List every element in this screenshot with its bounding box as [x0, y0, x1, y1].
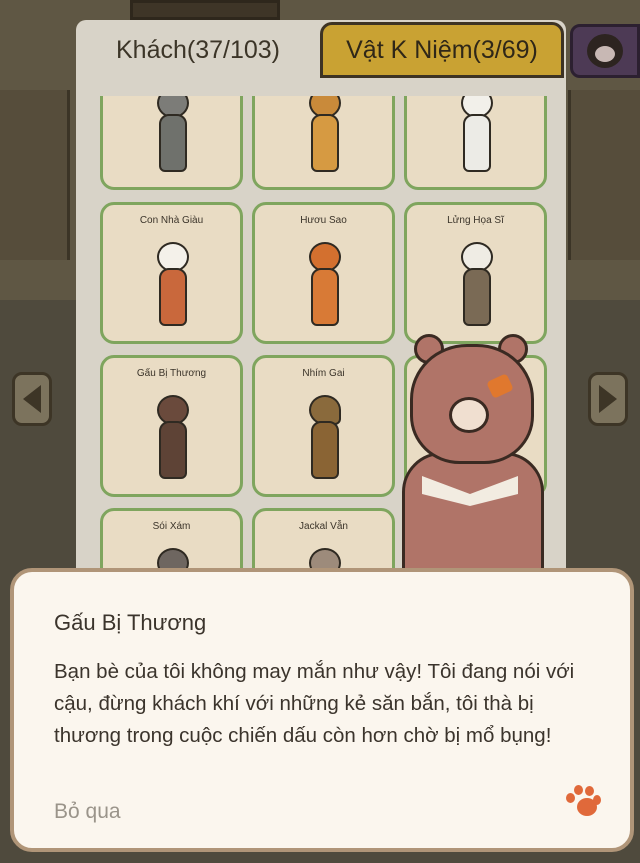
guest-name: Con Nhà Giàu	[139, 215, 204, 226]
guest-card[interactable]	[100, 96, 243, 190]
wounded-bear-character	[400, 332, 550, 592]
guest-name: Lửng Họa Sĩ	[447, 215, 504, 226]
guest-card[interactable]: Nhím Gai	[252, 355, 395, 497]
pillar-left	[0, 90, 70, 260]
guest-art	[441, 96, 511, 178]
guest-art	[289, 390, 359, 485]
pillar-right	[568, 90, 640, 260]
chevron-right-icon	[599, 385, 617, 413]
guest-card[interactable]	[404, 96, 547, 190]
guest-art	[137, 96, 207, 178]
chevron-left-icon	[23, 385, 41, 413]
speaker-name: Gấu Bị Thương	[54, 610, 207, 635]
guest-name: Jackal Vẫn	[299, 521, 348, 532]
guest-card[interactable]: Con Nhà Giàu	[100, 202, 243, 344]
guest-name: Nhím Gai	[302, 368, 345, 379]
guest-name: Gấu Bị Thương	[136, 368, 207, 379]
monkey-icon	[587, 34, 623, 68]
next-page-button[interactable]	[588, 372, 628, 426]
tab-guests[interactable]: Khách(37/103)	[80, 22, 316, 78]
monkey-tab-button[interactable]	[570, 24, 640, 78]
door	[130, 0, 280, 20]
guest-art	[289, 237, 359, 332]
guest-card[interactable]: Hươu Sao	[252, 202, 395, 344]
guest-art	[289, 96, 359, 178]
guest-art	[137, 237, 207, 332]
guest-card[interactable]: Lửng Họa Sĩ	[404, 202, 547, 344]
prev-page-button[interactable]	[12, 372, 52, 426]
guest-card[interactable]: Gấu Bị Thương	[100, 355, 243, 497]
dialogue-box[interactable]: Gấu Bị Thương Bạn bè của tôi không may m…	[10, 568, 634, 852]
guest-art	[137, 390, 207, 485]
tab-souvenirs[interactable]: Vật K Niệm(3/69)	[320, 22, 564, 78]
paw-icon[interactable]	[564, 784, 601, 820]
dialogue-text: Bạn bè của tôi không may mắn như vậy! Tô…	[54, 660, 575, 747]
skip-button[interactable]: Bỏ qua	[54, 800, 121, 824]
guest-name: Hươu Sao	[300, 215, 347, 226]
guest-card[interactable]	[252, 96, 395, 190]
guest-art	[441, 237, 511, 332]
guest-name: Sói Xám	[152, 521, 191, 532]
